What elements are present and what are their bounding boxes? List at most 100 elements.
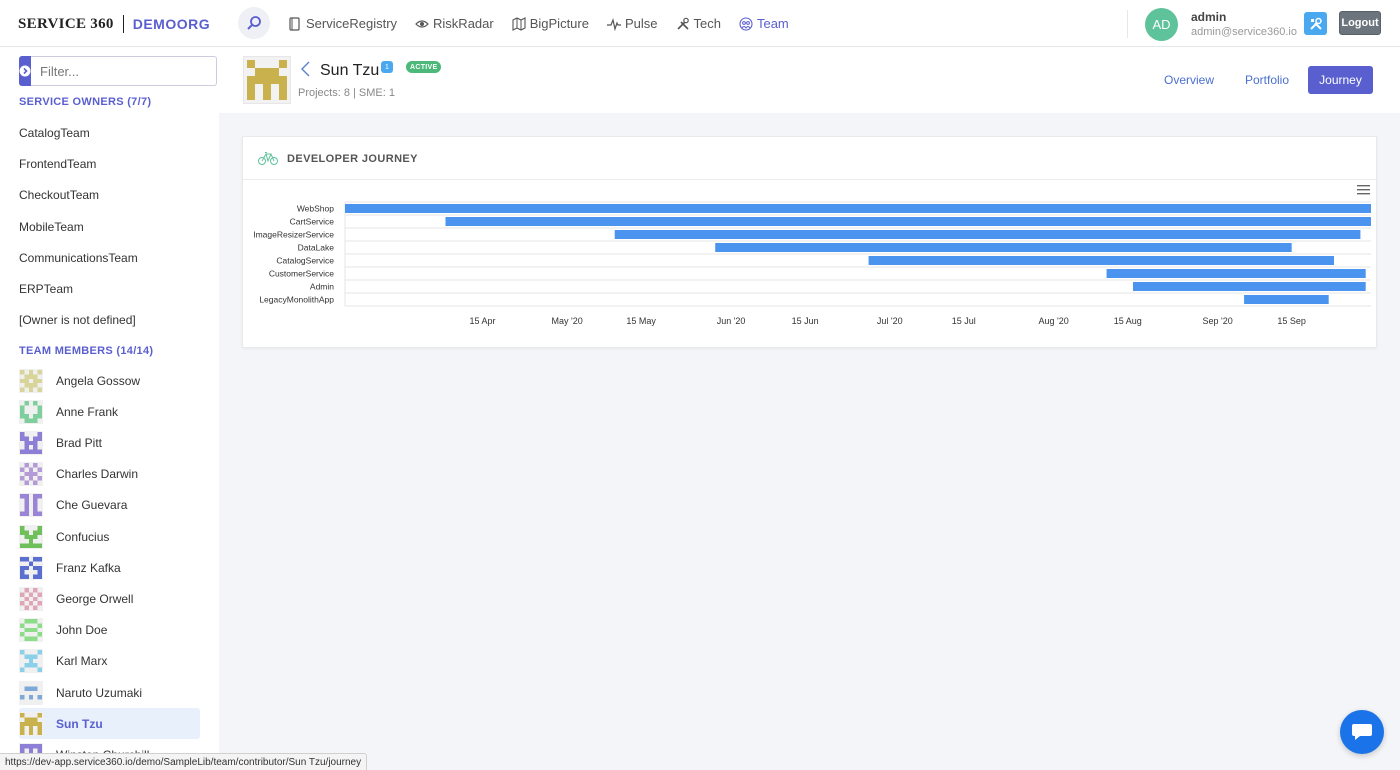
- tools-icon: [676, 17, 689, 30]
- member-avatar: [19, 430, 43, 455]
- owner-item[interactable]: [Owner is not defined]: [19, 313, 136, 327]
- browser-status-url: https://dev-app.service360.io/demo/Sampl…: [0, 753, 368, 770]
- member-avatar: [19, 524, 43, 549]
- timeline-bar[interactable]: [445, 217, 1371, 226]
- user-avatar[interactable]: AD: [1145, 8, 1178, 41]
- nav-tech[interactable]: Tech: [676, 16, 721, 31]
- member-item[interactable]: Che Guevara: [19, 490, 200, 521]
- search-button[interactable]: [238, 7, 270, 39]
- owner-item[interactable]: CommunicationsTeam: [19, 251, 138, 265]
- member-name: Naruto Uzumaki: [56, 685, 143, 700]
- nav-bigpicture[interactable]: BigPicture: [512, 16, 589, 31]
- owner-item[interactable]: CatalogTeam: [19, 126, 90, 140]
- journey-timeline-chart: WebShop CartService ImageResizerService Dat…: [253, 201, 1371, 326]
- nav-label: RiskRadar: [433, 16, 494, 31]
- card-header: DEVELOPER JOURNEY: [243, 137, 1376, 180]
- bicycle-icon: [258, 152, 278, 165]
- category-label: CatalogService: [276, 256, 334, 266]
- member-item[interactable]: Karl Marx: [19, 646, 200, 677]
- timeline-bar[interactable]: [614, 230, 1361, 239]
- category-label: DataLake: [298, 243, 335, 253]
- user-name: admin: [1191, 10, 1227, 24]
- team-members-heading[interactable]: TEAM MEMBERS (14/14): [19, 345, 153, 357]
- sidebar: SERVICE OWNERS (7/7) CatalogTeam Frontend…: [0, 47, 219, 770]
- map-icon: [512, 16, 526, 31]
- x-tick-label: 15 Apr: [469, 316, 495, 326]
- member-item[interactable]: Angela Gossow: [19, 365, 200, 396]
- member-name: Karl Marx: [56, 654, 108, 669]
- developer-journey-card: DEVELOPER JOURNEY WebShop CartService Imag…: [242, 136, 1377, 348]
- x-tick-label: 15 Sep: [1277, 316, 1306, 326]
- nav-pulse[interactable]: Pulse: [606, 16, 658, 31]
- timeline-bar[interactable]: [345, 204, 1371, 213]
- member-avatar: [19, 711, 43, 736]
- member-item[interactable]: Sun Tzu: [19, 708, 200, 740]
- owner-item[interactable]: MobileTeam: [19, 220, 84, 234]
- chat-button[interactable]: [1340, 710, 1384, 754]
- logo-org: DEMOORG: [132, 16, 211, 32]
- admin-tools-button[interactable]: [1304, 12, 1327, 35]
- timeline-bar[interactable]: [715, 243, 1292, 252]
- member-name: Angela Gossow: [56, 373, 141, 388]
- x-tick-label: 15 May: [626, 316, 656, 326]
- user-email: admin@service360.io: [1191, 26, 1297, 38]
- service-owners-heading[interactable]: SERVICE OWNERS (7/7): [19, 96, 151, 108]
- member-avatar: [19, 649, 43, 674]
- logo-brand: SERVICE 360: [18, 15, 114, 32]
- filter-input[interactable]: [31, 56, 217, 86]
- owner-item[interactable]: FrontendTeam: [19, 157, 96, 171]
- badge-count-text: 1: [385, 63, 389, 71]
- member-name: Charles Darwin: [56, 467, 139, 482]
- member-name: Anne Frank: [56, 404, 119, 419]
- logo[interactable]: SERVICE 360 DEMOORG: [18, 13, 210, 35]
- filter-toggle-button[interactable]: [19, 56, 31, 86]
- profile-avatar: [243, 56, 291, 104]
- tab-journey[interactable]: Journey: [1308, 66, 1373, 94]
- x-tick-label: May '20: [552, 316, 583, 326]
- service-registry-icon: [289, 16, 300, 31]
- category-label: CartService: [290, 217, 335, 227]
- owner-item[interactable]: CheckoutTeam: [19, 188, 99, 202]
- chat-bubble-icon: [1352, 724, 1372, 740]
- back-chevron-icon[interactable]: [300, 61, 312, 77]
- owner-item[interactable]: ERPTeam: [19, 282, 73, 296]
- timeline-bar[interactable]: [1106, 269, 1366, 278]
- member-item[interactable]: Anne Frank: [19, 396, 200, 427]
- tab-portfolio[interactable]: Portfolio: [1237, 66, 1297, 94]
- category-label: CustomerService: [269, 269, 334, 279]
- filter-bar: [19, 56, 217, 86]
- member-avatar: [19, 462, 43, 487]
- nav-team[interactable]: Team: [739, 16, 789, 31]
- member-item[interactable]: Franz Kafka: [19, 552, 200, 583]
- member-item[interactable]: George Orwell: [19, 583, 200, 614]
- x-tick-label: Sep '20: [1203, 316, 1233, 326]
- member-item[interactable]: Naruto Uzumaki: [19, 677, 200, 708]
- timeline-bar[interactable]: [868, 256, 1334, 265]
- sme-count-badge: 1: [381, 61, 393, 73]
- tab-overview[interactable]: Overview: [1159, 66, 1219, 94]
- x-tick-label: Jun '20: [717, 316, 746, 326]
- main-nav: ServiceRegistry RiskRadar BigPicture Pulse T…: [288, 0, 807, 47]
- member-avatar: [19, 493, 43, 518]
- logo-separator: [122, 15, 124, 33]
- nav-serviceregistry[interactable]: ServiceRegistry: [288, 16, 397, 31]
- timeline-bar[interactable]: [1133, 282, 1366, 291]
- profile-name: Sun Tzu: [320, 62, 380, 79]
- nav-label: Team: [756, 16, 789, 31]
- nav-riskradar[interactable]: RiskRadar: [415, 16, 494, 31]
- member-item[interactable]: Charles Darwin: [19, 459, 200, 490]
- member-item[interactable]: John Doe: [19, 615, 200, 646]
- member-item[interactable]: Confucius: [19, 521, 200, 552]
- member-name: Franz Kafka: [56, 560, 121, 575]
- member-avatar: [19, 399, 43, 424]
- member-avatar: [19, 555, 43, 580]
- category-label: Admin: [310, 282, 334, 292]
- timeline-bar[interactable]: [1244, 295, 1329, 304]
- member-avatar: [19, 680, 43, 705]
- member-item[interactable]: Brad Pitt: [19, 427, 200, 458]
- member-avatar: [19, 586, 43, 611]
- member-name: George Orwell: [56, 591, 134, 606]
- chevron-right-circle-icon: [19, 65, 31, 77]
- top-bar: SERVICE 360 DEMOORG ServiceRegistry RiskR…: [0, 0, 1400, 47]
- logout-button[interactable]: Logout: [1339, 11, 1381, 35]
